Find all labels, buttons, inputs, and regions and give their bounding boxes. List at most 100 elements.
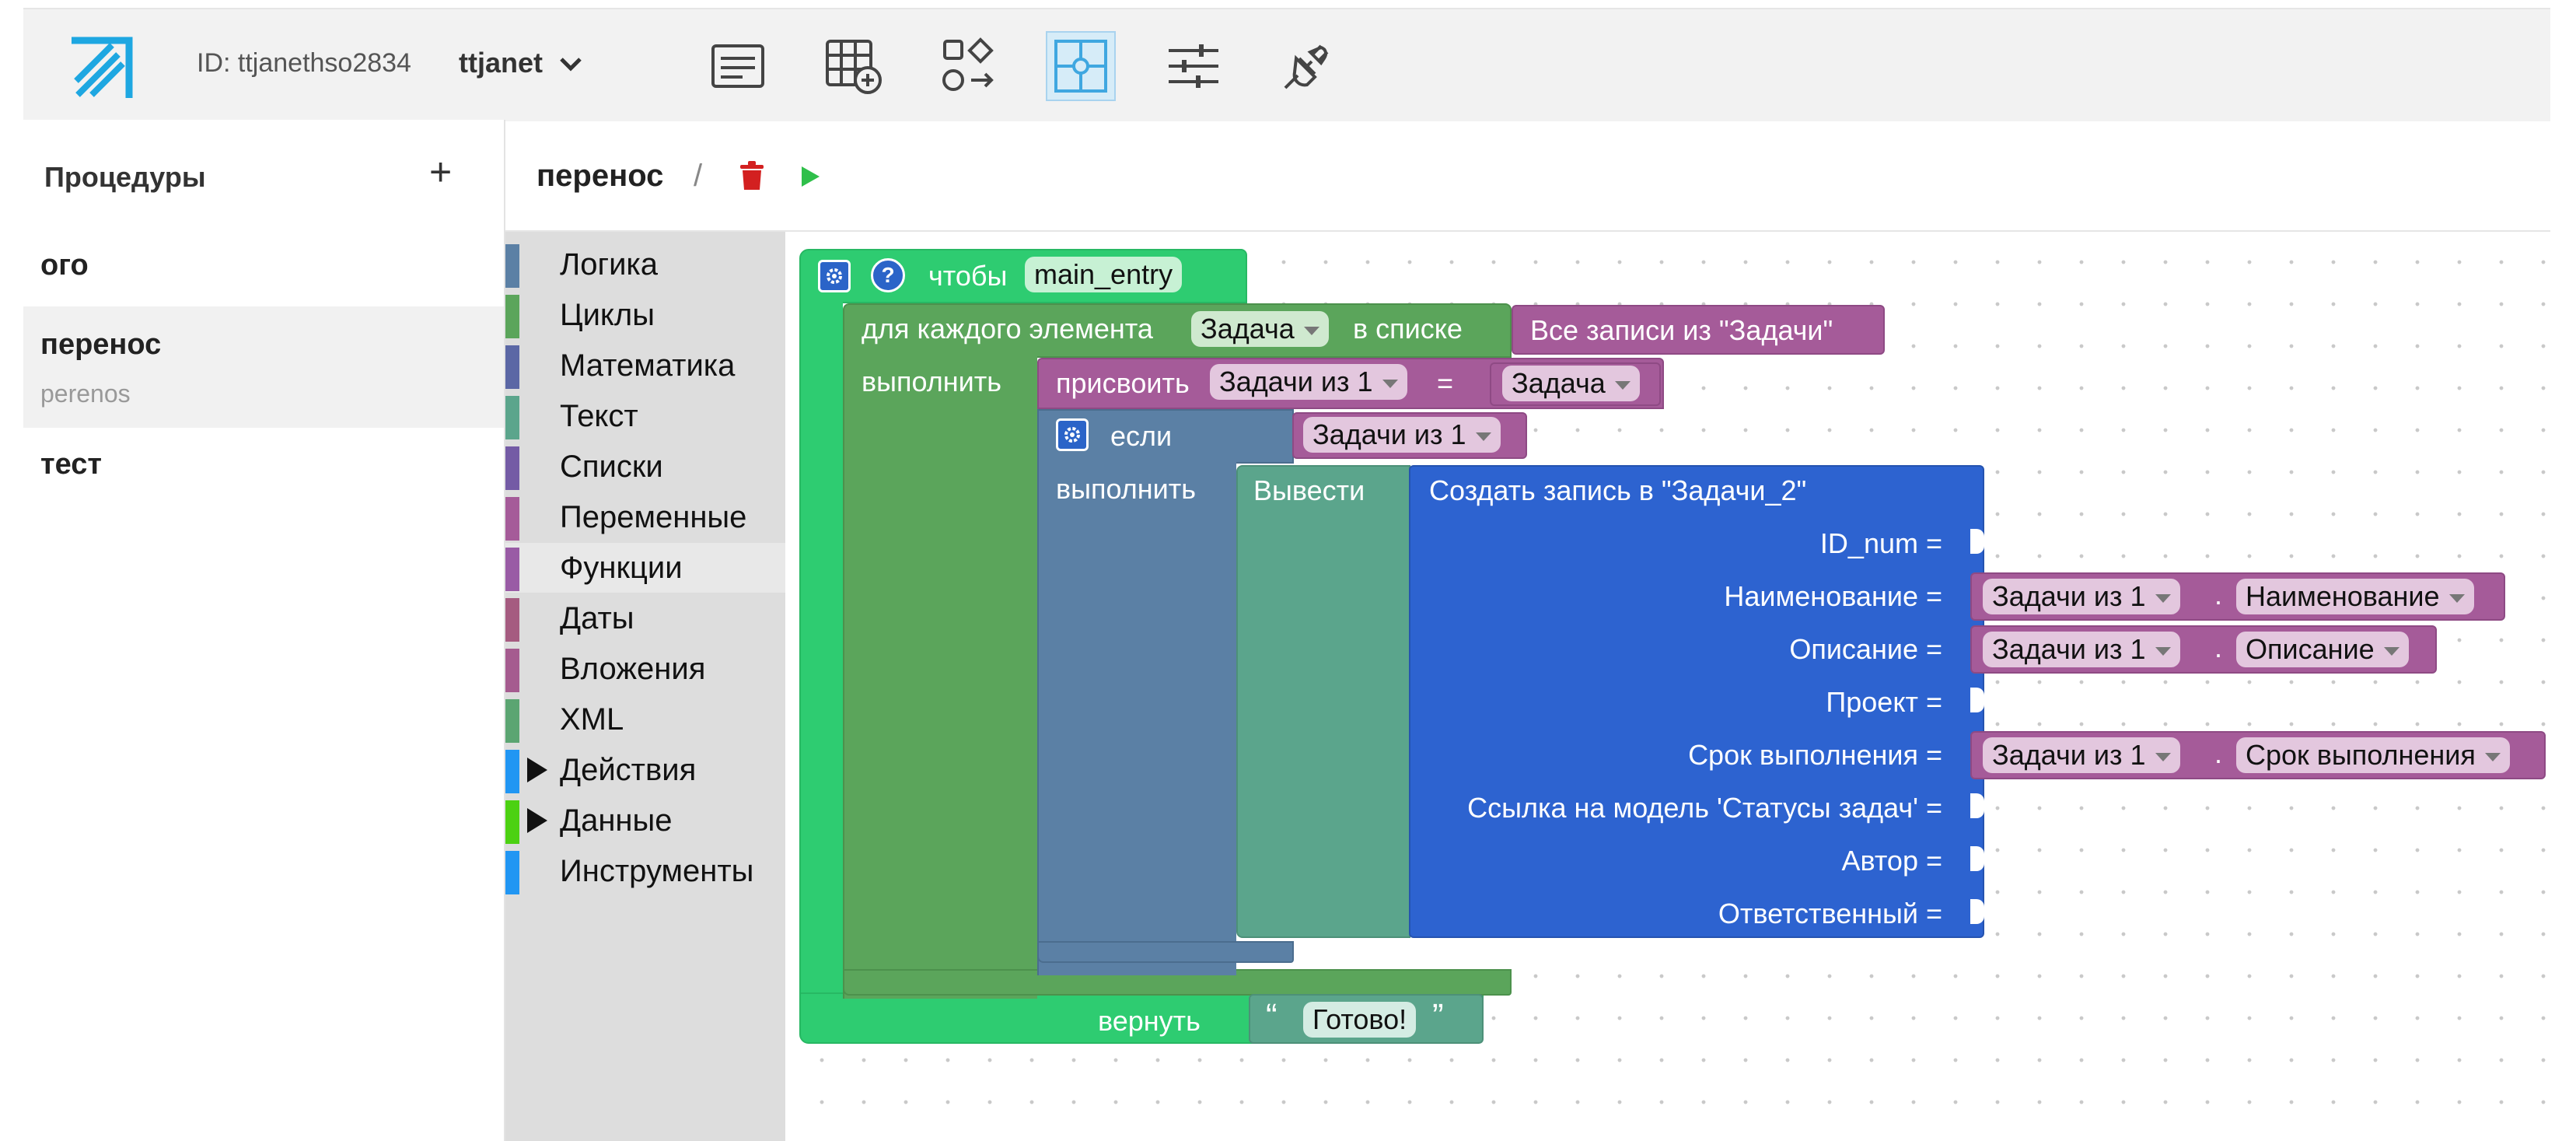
- quote-open-icon: “: [1266, 997, 1278, 1035]
- output-label: Вывести: [1253, 474, 1365, 506]
- toolbox-category-loops[interactable]: Циклы: [505, 290, 785, 340]
- field-label-name: Наименование =: [1724, 580, 1942, 612]
- table-add-button[interactable]: [819, 31, 889, 101]
- category-color-bar: [505, 396, 519, 439]
- expand-arrow-icon[interactable]: [527, 808, 547, 833]
- procedure-title: перенос: [40, 328, 162, 361]
- property-variable-dropdown[interactable]: Задачи из 1: [1983, 579, 2180, 614]
- toolbox-category-math[interactable]: Математика: [505, 341, 785, 390]
- toolbox-category-actions[interactable]: Действия: [505, 745, 785, 795]
- settings-button[interactable]: [1159, 31, 1229, 101]
- run-icon[interactable]: [799, 165, 821, 188]
- shapes-button[interactable]: [933, 31, 1003, 101]
- help-icon[interactable]: ?: [871, 258, 905, 292]
- do-label: выполнить: [862, 366, 1001, 397]
- procedure-item[interactable]: тест: [23, 443, 504, 498]
- category-label: Математика: [560, 348, 736, 383]
- quote-close-icon: ”: [1432, 997, 1444, 1035]
- input-socket[interactable]: [1970, 846, 1984, 871]
- toolbox-category-tools[interactable]: Инструменты: [505, 846, 785, 896]
- foreach-variable-dropdown[interactable]: Задача: [1191, 311, 1329, 347]
- property-dot: .: [2214, 579, 2223, 611]
- category-color-bar: [505, 446, 519, 490]
- sliders-icon: [1169, 44, 1218, 88]
- category-color-bar: [505, 649, 519, 692]
- category-label: Циклы: [560, 298, 655, 332]
- blocks-toolbox: Логика Циклы Математика Текст Списки Пер…: [505, 232, 785, 1141]
- procedure-item[interactable]: ого: [23, 244, 504, 299]
- field-label-responsible: Ответственный =: [1718, 898, 1942, 929]
- toolbox-category-lists[interactable]: Списки: [505, 442, 785, 492]
- blocks-editor-button[interactable]: [1046, 31, 1116, 101]
- assign-value-dropdown[interactable]: Задача: [1502, 366, 1640, 401]
- all-records-label: Все записи из "Задачи": [1530, 314, 1833, 346]
- shapes-icon: [942, 37, 994, 91]
- chevron-down-icon[interactable]: [558, 48, 583, 79]
- assign-variable-dropdown[interactable]: Задачи из 1: [1210, 364, 1407, 400]
- toolbox-category-dates[interactable]: Даты: [505, 593, 785, 643]
- category-label: Логика: [560, 247, 659, 282]
- input-socket[interactable]: [1970, 688, 1984, 712]
- input-socket[interactable]: [1970, 793, 1984, 818]
- output-block[interactable]: [1236, 465, 1410, 938]
- form-button[interactable]: [703, 31, 773, 101]
- integrations-button[interactable]: [1272, 31, 1342, 101]
- if-label: если: [1110, 420, 1173, 452]
- field-label-project: Проект =: [1826, 686, 1942, 718]
- field-label-status-link: Ссылка на модель 'Статусы задач' =: [1467, 792, 1942, 824]
- property-name-dropdown[interactable]: Описание: [2236, 632, 2409, 667]
- user-menu[interactable]: ttjanet: [459, 47, 543, 79]
- property-variable-dropdown[interactable]: Задачи из 1: [1983, 737, 2180, 773]
- category-label: Вложения: [560, 652, 706, 686]
- toolbox-category-xml[interactable]: XML: [505, 695, 785, 744]
- category-label: Списки: [560, 450, 663, 484]
- procedure-item-selected[interactable]: перенос perenos: [23, 306, 504, 428]
- toolbox-category-data[interactable]: Данные: [505, 796, 785, 845]
- puzzle-icon: [1054, 40, 1107, 93]
- if-do-label: выполнить: [1056, 473, 1196, 505]
- add-procedure-button[interactable]: +: [429, 152, 452, 191]
- foreach-label: для каждого элемента: [862, 313, 1153, 345]
- assign-label: присвоить: [1056, 367, 1190, 399]
- category-color-bar: [505, 699, 519, 743]
- category-color-bar: [505, 497, 519, 541]
- toolbox-category-functions[interactable]: Функции: [505, 543, 785, 593]
- toolbox-category-logic[interactable]: Логика: [505, 240, 785, 289]
- input-socket[interactable]: [1970, 529, 1984, 554]
- category-color-bar: [505, 345, 519, 389]
- app-logo-icon[interactable]: [68, 33, 137, 101]
- expand-arrow-icon[interactable]: [527, 758, 547, 782]
- category-label: Даты: [560, 601, 634, 635]
- foreach-block-spine: [843, 356, 1037, 999]
- property-name-dropdown[interactable]: Срок выполнения: [2236, 737, 2510, 773]
- function-block-spine: [799, 302, 843, 1025]
- property-dot: .: [2214, 737, 2223, 769]
- return-value-field[interactable]: Готово!: [1303, 1002, 1417, 1038]
- category-label: Данные: [560, 803, 673, 838]
- function-name-field[interactable]: main_entry: [1025, 257, 1183, 292]
- toolbox-category-text[interactable]: Текст: [505, 391, 785, 441]
- field-label-id-num: ID_num =: [1819, 527, 1942, 559]
- category-color-bar: [505, 598, 519, 642]
- category-color-bar: [505, 244, 519, 288]
- procedures-title: Процедуры: [44, 161, 206, 193]
- gear-icon[interactable]: [1056, 418, 1089, 451]
- plug-icon: [1284, 44, 1329, 89]
- input-socket[interactable]: [1970, 899, 1984, 924]
- form-icon: [711, 44, 764, 88]
- procedure-name: перенос: [537, 159, 664, 193]
- if-block-spine: [1037, 462, 1236, 975]
- gear-icon[interactable]: [818, 260, 851, 292]
- property-name-dropdown[interactable]: Наименование: [2236, 579, 2474, 614]
- category-color-bar: [505, 295, 519, 338]
- toolbox-category-variables[interactable]: Переменные: [505, 492, 785, 542]
- category-label: XML: [560, 702, 624, 737]
- category-label: Функции: [560, 551, 683, 585]
- if-condition-dropdown[interactable]: Задачи из 1: [1303, 417, 1501, 453]
- trash-icon[interactable]: [739, 160, 765, 191]
- toolbox-category-attachments[interactable]: Вложения: [505, 644, 785, 694]
- category-color-bar: [505, 750, 519, 793]
- field-label-deadline: Срок выполнения =: [1688, 739, 1942, 771]
- property-variable-dropdown[interactable]: Задачи из 1: [1983, 632, 2180, 667]
- category-label: Текст: [560, 399, 638, 433]
